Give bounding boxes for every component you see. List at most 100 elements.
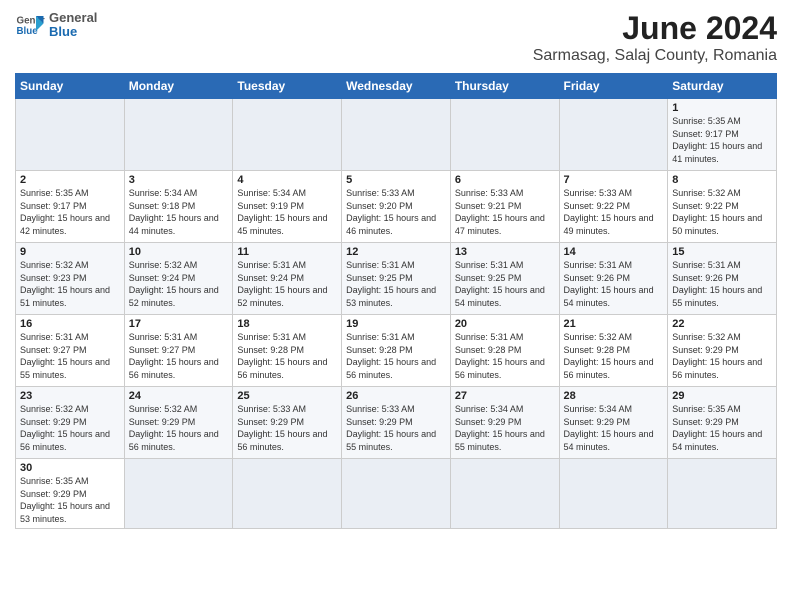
day-info: Sunrise: 5:35 AM Sunset: 9:17 PM Dayligh… [20, 187, 120, 237]
calendar-cell [124, 459, 233, 529]
calendar-cell: 7Sunrise: 5:33 AM Sunset: 9:22 PM Daylig… [559, 171, 668, 243]
day-info: Sunrise: 5:31 AM Sunset: 9:26 PM Dayligh… [564, 259, 664, 309]
calendar-week-row: 30Sunrise: 5:35 AM Sunset: 9:29 PM Dayli… [16, 459, 777, 529]
calendar-cell: 12Sunrise: 5:31 AM Sunset: 9:25 PM Dayli… [342, 243, 451, 315]
day-info: Sunrise: 5:35 AM Sunset: 9:29 PM Dayligh… [20, 475, 120, 525]
calendar-week-row: 9Sunrise: 5:32 AM Sunset: 9:23 PM Daylig… [16, 243, 777, 315]
calendar-cell: 24Sunrise: 5:32 AM Sunset: 9:29 PM Dayli… [124, 387, 233, 459]
calendar-cell: 9Sunrise: 5:32 AM Sunset: 9:23 PM Daylig… [16, 243, 125, 315]
calendar-cell [559, 459, 668, 529]
day-number: 4 [237, 174, 337, 186]
day-number: 2 [20, 174, 120, 186]
day-number: 24 [129, 390, 229, 402]
calendar-cell [668, 459, 777, 529]
calendar-cell: 15Sunrise: 5:31 AM Sunset: 9:26 PM Dayli… [668, 243, 777, 315]
day-info: Sunrise: 5:31 AM Sunset: 9:26 PM Dayligh… [672, 259, 772, 309]
calendar-week-row: 1Sunrise: 5:35 AM Sunset: 9:17 PM Daylig… [16, 99, 777, 171]
day-number: 23 [20, 390, 120, 402]
calendar-cell: 4Sunrise: 5:34 AM Sunset: 9:19 PM Daylig… [233, 171, 342, 243]
day-number: 18 [237, 318, 337, 330]
calendar-cell: 11Sunrise: 5:31 AM Sunset: 9:24 PM Dayli… [233, 243, 342, 315]
day-info: Sunrise: 5:32 AM Sunset: 9:23 PM Dayligh… [20, 259, 120, 309]
day-info: Sunrise: 5:35 AM Sunset: 9:29 PM Dayligh… [672, 403, 772, 453]
page-header: General Blue General Blue June 2024 Sarm… [15, 10, 777, 65]
day-number: 16 [20, 318, 120, 330]
calendar-cell [124, 99, 233, 171]
day-number: 7 [564, 174, 664, 186]
day-number: 8 [672, 174, 772, 186]
day-info: Sunrise: 5:32 AM Sunset: 9:29 PM Dayligh… [20, 403, 120, 453]
weekday-header-tuesday: Tuesday [233, 74, 342, 99]
day-info: Sunrise: 5:31 AM Sunset: 9:28 PM Dayligh… [237, 331, 337, 381]
calendar-cell: 3Sunrise: 5:34 AM Sunset: 9:18 PM Daylig… [124, 171, 233, 243]
calendar-cell [342, 99, 451, 171]
logo-icon: General Blue [15, 10, 45, 40]
calendar-cell [233, 99, 342, 171]
weekday-header-row: SundayMondayTuesdayWednesdayThursdayFrid… [16, 74, 777, 99]
day-info: Sunrise: 5:33 AM Sunset: 9:22 PM Dayligh… [564, 187, 664, 237]
day-number: 25 [237, 390, 337, 402]
day-number: 13 [455, 246, 555, 258]
calendar-cell: 1Sunrise: 5:35 AM Sunset: 9:17 PM Daylig… [668, 99, 777, 171]
day-info: Sunrise: 5:33 AM Sunset: 9:29 PM Dayligh… [346, 403, 446, 453]
weekday-header-friday: Friday [559, 74, 668, 99]
day-info: Sunrise: 5:31 AM Sunset: 9:25 PM Dayligh… [455, 259, 555, 309]
day-info: Sunrise: 5:33 AM Sunset: 9:21 PM Dayligh… [455, 187, 555, 237]
day-number: 21 [564, 318, 664, 330]
calendar-cell [450, 99, 559, 171]
day-number: 19 [346, 318, 446, 330]
title-block: June 2024 Sarmasag, Salaj County, Romani… [533, 10, 777, 65]
day-info: Sunrise: 5:31 AM Sunset: 9:27 PM Dayligh… [129, 331, 229, 381]
day-info: Sunrise: 5:32 AM Sunset: 9:24 PM Dayligh… [129, 259, 229, 309]
calendar-cell: 28Sunrise: 5:34 AM Sunset: 9:29 PM Dayli… [559, 387, 668, 459]
day-info: Sunrise: 5:34 AM Sunset: 9:18 PM Dayligh… [129, 187, 229, 237]
day-number: 29 [672, 390, 772, 402]
day-info: Sunrise: 5:31 AM Sunset: 9:27 PM Dayligh… [20, 331, 120, 381]
day-number: 27 [455, 390, 555, 402]
calendar-cell: 6Sunrise: 5:33 AM Sunset: 9:21 PM Daylig… [450, 171, 559, 243]
weekday-header-sunday: Sunday [16, 74, 125, 99]
calendar-cell: 10Sunrise: 5:32 AM Sunset: 9:24 PM Dayli… [124, 243, 233, 315]
day-number: 12 [346, 246, 446, 258]
day-number: 1 [672, 102, 772, 114]
calendar-week-row: 16Sunrise: 5:31 AM Sunset: 9:27 PM Dayli… [16, 315, 777, 387]
day-number: 9 [20, 246, 120, 258]
calendar-week-row: 2Sunrise: 5:35 AM Sunset: 9:17 PM Daylig… [16, 171, 777, 243]
logo-text: General Blue [49, 11, 97, 40]
calendar-week-row: 23Sunrise: 5:32 AM Sunset: 9:29 PM Dayli… [16, 387, 777, 459]
calendar-cell [342, 459, 451, 529]
calendar-cell [559, 99, 668, 171]
calendar-cell: 23Sunrise: 5:32 AM Sunset: 9:29 PM Dayli… [16, 387, 125, 459]
calendar-cell: 16Sunrise: 5:31 AM Sunset: 9:27 PM Dayli… [16, 315, 125, 387]
day-info: Sunrise: 5:31 AM Sunset: 9:25 PM Dayligh… [346, 259, 446, 309]
weekday-header-monday: Monday [124, 74, 233, 99]
day-number: 28 [564, 390, 664, 402]
day-info: Sunrise: 5:32 AM Sunset: 9:29 PM Dayligh… [129, 403, 229, 453]
month-title: June 2024 [533, 10, 777, 47]
day-info: Sunrise: 5:32 AM Sunset: 9:29 PM Dayligh… [672, 331, 772, 381]
day-info: Sunrise: 5:34 AM Sunset: 9:19 PM Dayligh… [237, 187, 337, 237]
day-number: 30 [20, 462, 120, 474]
calendar-cell: 30Sunrise: 5:35 AM Sunset: 9:29 PM Dayli… [16, 459, 125, 529]
day-info: Sunrise: 5:31 AM Sunset: 9:28 PM Dayligh… [455, 331, 555, 381]
day-info: Sunrise: 5:31 AM Sunset: 9:28 PM Dayligh… [346, 331, 446, 381]
calendar-cell: 5Sunrise: 5:33 AM Sunset: 9:20 PM Daylig… [342, 171, 451, 243]
calendar-cell: 20Sunrise: 5:31 AM Sunset: 9:28 PM Dayli… [450, 315, 559, 387]
calendar-cell: 26Sunrise: 5:33 AM Sunset: 9:29 PM Dayli… [342, 387, 451, 459]
calendar-cell: 25Sunrise: 5:33 AM Sunset: 9:29 PM Dayli… [233, 387, 342, 459]
day-info: Sunrise: 5:32 AM Sunset: 9:22 PM Dayligh… [672, 187, 772, 237]
calendar-cell [16, 99, 125, 171]
day-info: Sunrise: 5:33 AM Sunset: 9:20 PM Dayligh… [346, 187, 446, 237]
day-info: Sunrise: 5:35 AM Sunset: 9:17 PM Dayligh… [672, 115, 772, 165]
calendar-cell: 19Sunrise: 5:31 AM Sunset: 9:28 PM Dayli… [342, 315, 451, 387]
calendar-cell [450, 459, 559, 529]
day-info: Sunrise: 5:34 AM Sunset: 9:29 PM Dayligh… [455, 403, 555, 453]
day-number: 26 [346, 390, 446, 402]
calendar-cell: 21Sunrise: 5:32 AM Sunset: 9:28 PM Dayli… [559, 315, 668, 387]
calendar-cell: 8Sunrise: 5:32 AM Sunset: 9:22 PM Daylig… [668, 171, 777, 243]
svg-text:Blue: Blue [17, 26, 39, 37]
day-number: 11 [237, 246, 337, 258]
day-number: 20 [455, 318, 555, 330]
day-number: 14 [564, 246, 664, 258]
calendar-cell: 29Sunrise: 5:35 AM Sunset: 9:29 PM Dayli… [668, 387, 777, 459]
